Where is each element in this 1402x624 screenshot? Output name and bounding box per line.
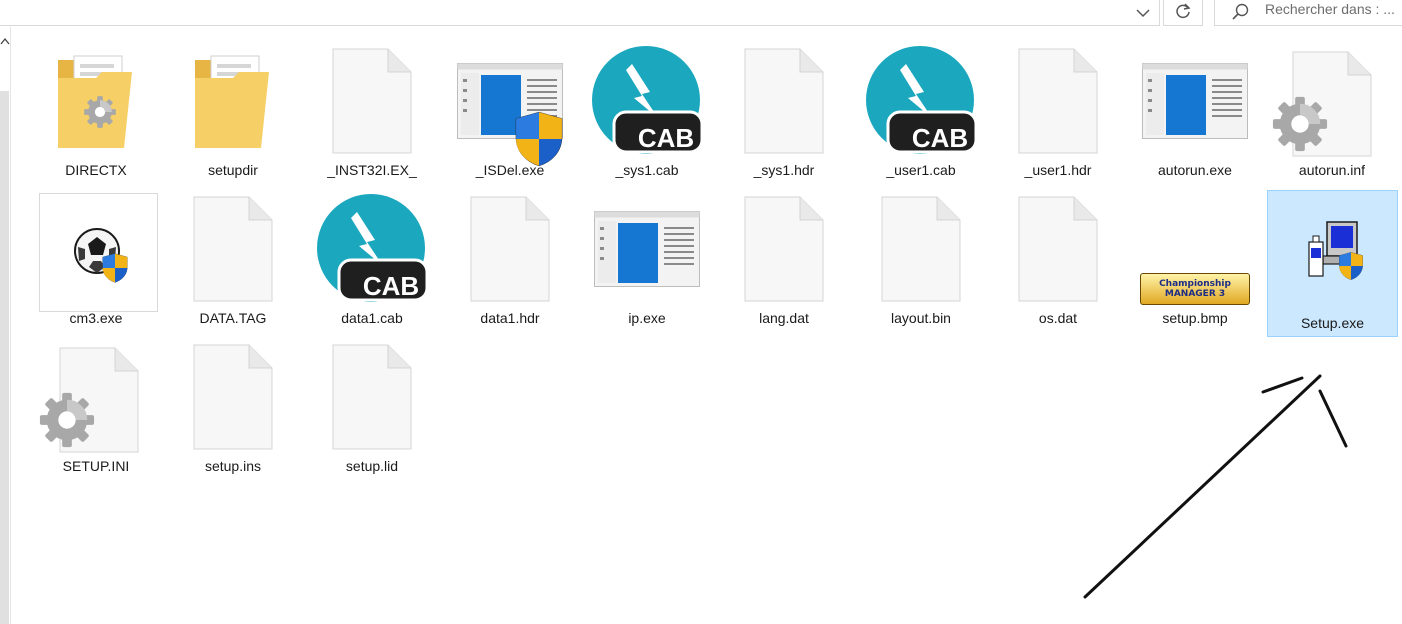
annotation-arrow	[1083, 374, 1348, 599]
